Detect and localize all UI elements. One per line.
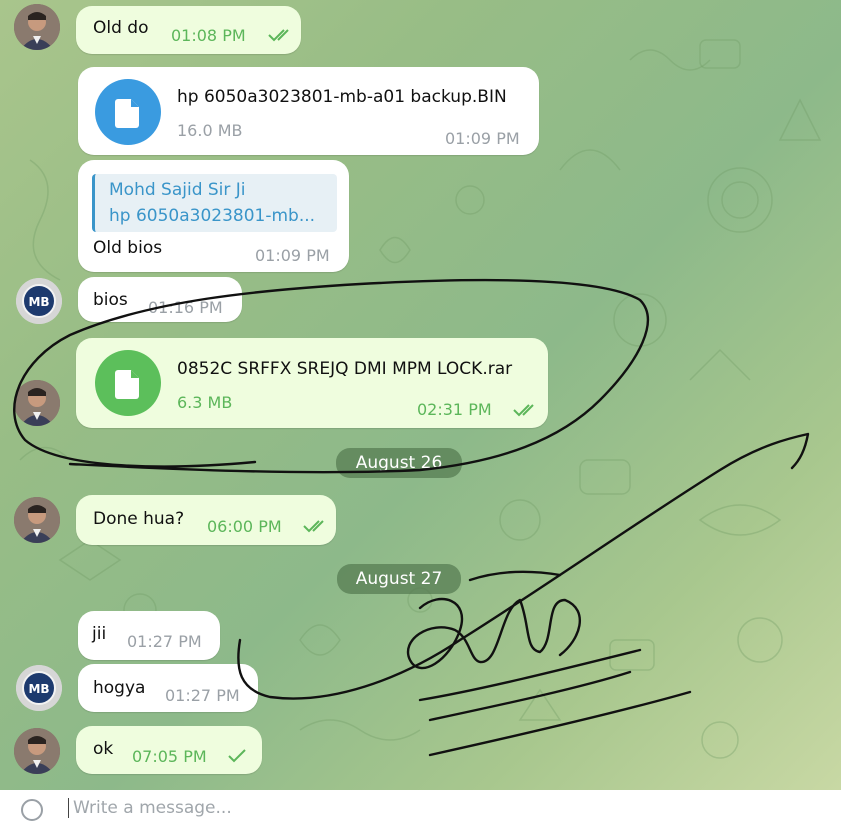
- reply-message[interactable]: Mohd Sajid Sir Ji hp 6050a3023801-mb... …: [78, 160, 349, 272]
- file-size: 16.0 MB: [177, 121, 243, 140]
- message-text: ok: [93, 739, 114, 759]
- double-check-icon: [268, 29, 289, 42]
- message-time: 02:31 PM: [417, 400, 492, 419]
- message-input[interactable]: Write a message...: [68, 798, 232, 818]
- chat-area[interactable]: Old do 01:08 PM hp 6050a3023801-mb-a01 b…: [0, 0, 841, 790]
- message-bubble[interactable]: Old do 01:08 PM: [76, 6, 301, 54]
- message-text: jii: [92, 624, 107, 644]
- message-time: 01:09 PM: [255, 246, 330, 265]
- message-text: Done hua?: [93, 509, 185, 529]
- avatar-photo: [14, 4, 60, 50]
- contact-avatar[interactable]: [14, 380, 60, 426]
- single-check-icon: [228, 749, 246, 763]
- file-name: hp 6050a3023801-mb-a01 backup.BIN: [177, 87, 507, 107]
- message-time: 01:27 PM: [165, 686, 240, 705]
- message-bubble[interactable]: Done hua? 06:00 PM: [76, 495, 336, 545]
- avatar-initials: MB: [28, 295, 49, 309]
- message-input-bar[interactable]: Write a message...: [0, 790, 841, 821]
- reply-author: Mohd Sajid Sir Ji: [109, 180, 246, 200]
- message-bubble[interactable]: jii 01:27 PM: [78, 611, 220, 660]
- message-time: 01:27 PM: [127, 632, 202, 651]
- date-separator: August 26: [336, 448, 462, 478]
- message-time: 01:08 PM: [171, 26, 246, 45]
- contact-avatar-mb[interactable]: MB: [16, 665, 62, 711]
- message-time: 06:00 PM: [207, 517, 282, 536]
- message-bubble[interactable]: hogya 01:27 PM: [78, 664, 258, 712]
- message-time: 01:16 PM: [148, 298, 223, 317]
- file-size: 6.3 MB: [177, 393, 233, 412]
- message-text: Old bios: [93, 238, 163, 258]
- date-separator: August 27: [337, 564, 461, 594]
- avatar-initials: MB: [28, 682, 49, 696]
- message-text: hogya: [93, 678, 146, 698]
- contact-avatar[interactable]: [14, 728, 60, 774]
- contact-avatar[interactable]: [14, 497, 60, 543]
- message-text: Old do: [93, 18, 149, 38]
- document-icon[interactable]: [95, 79, 161, 145]
- message-time: 01:09 PM: [445, 129, 520, 148]
- reply-snippet: hp 6050a3023801-mb...: [109, 206, 316, 226]
- file-message[interactable]: 0852C SRFFX SREJQ DMI MPM LOCK.rar 6.3 M…: [76, 338, 548, 428]
- attach-icon[interactable]: [18, 796, 46, 824]
- double-check-icon: [513, 404, 534, 417]
- message-time: 07:05 PM: [132, 747, 207, 766]
- message-text: bios: [93, 290, 128, 310]
- contact-avatar[interactable]: [14, 4, 60, 50]
- contact-avatar-mb[interactable]: MB: [16, 278, 62, 324]
- message-bubble[interactable]: ok 07:05 PM: [76, 726, 262, 774]
- document-icon[interactable]: [95, 350, 161, 416]
- reply-preview[interactable]: Mohd Sajid Sir Ji hp 6050a3023801-mb...: [92, 174, 337, 232]
- message-bubble[interactable]: bios 01:16 PM: [78, 277, 242, 322]
- file-name: 0852C SRFFX SREJQ DMI MPM LOCK.rar: [177, 359, 513, 379]
- file-message[interactable]: hp 6050a3023801-mb-a01 backup.BIN 16.0 M…: [78, 67, 539, 155]
- double-check-icon: [303, 520, 324, 533]
